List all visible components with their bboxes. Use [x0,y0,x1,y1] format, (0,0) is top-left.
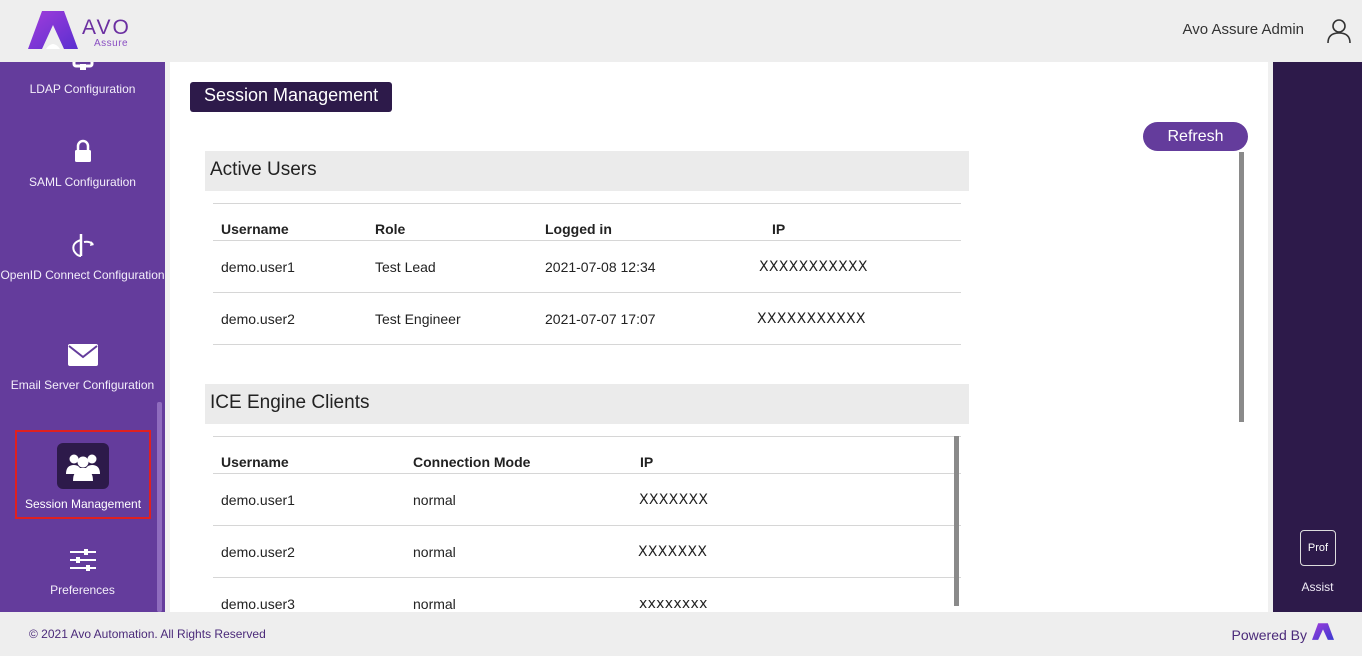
lock-icon [74,139,91,162]
sidebar-item-label: Preferences [50,583,115,597]
avo-powered-logo-icon [1312,623,1334,640]
logo-text: AVO [82,16,131,39]
powered-by-text: Powered By [1231,627,1307,643]
username-cell: demo.user2 [221,310,295,327]
sidebar-item-preferences[interactable]: Preferences [0,545,165,599]
users-icon [66,454,100,481]
sidebar-item-ldap[interactable]: LDAP Configuration [0,62,165,98]
sidebar-item-session-management[interactable]: Session Management [15,430,151,519]
table-row: demo.user1 normal XXXXXXX [213,474,961,526]
logo-subtext: Assure [94,38,129,49]
page-title: Session Management [190,82,393,112]
ip-cell: XXXXXXXXXXX [757,310,866,327]
app-footer: © 2021 Avo Automation. All Rights Reserv… [0,612,1362,656]
table-row: demo.user2 Test Engineer 2021-07-07 17:0… [213,293,961,345]
mail-icon [67,344,98,366]
sidebar-item-label: SAML Configuration [29,175,136,189]
column-header: IP [640,454,654,470]
assist-icon-text: Prof [1307,542,1329,554]
role-cell: Test Lead [375,258,436,275]
sidebar-item-label: Email Server Configuration [10,378,155,392]
main-scrollbar[interactable] [1239,152,1244,422]
active-users-table: Username Role Logged in IP demo.user1 Te… [213,203,961,345]
ice-clients-scrollbar[interactable] [954,436,959,606]
table-row: demo.user1 Test Lead 2021-07-08 12:34 XX… [213,241,961,293]
assist-label[interactable]: Assist [1273,580,1362,594]
main-content: Session Management Refresh Active Users … [170,62,1268,612]
sidebar-item-email-server[interactable]: Email Server Configuration [0,340,165,394]
refresh-button[interactable]: Refresh [1143,122,1248,151]
column-header: Connection Mode [413,454,531,470]
sidebar-item-openid[interactable]: OpenID Connect Configuration [0,230,165,284]
admin-sidebar: LDAP Configuration SAML Configuration Op… [0,62,165,612]
column-header: Username [221,454,289,470]
session-management-icon-box [57,443,109,489]
ip-cell: XXXXXXX [638,543,708,560]
column-header: Username [221,221,289,237]
column-header: Logged in [545,221,612,237]
ip-cell: XXXXXXX [639,491,709,508]
username-cell: demo.user2 [221,543,295,560]
table-header-row: Username Connection Mode IP [213,436,961,474]
username-cell: demo.user3 [221,595,295,612]
username-cell: demo.user1 [221,258,295,275]
sidebar-item-label: OpenID Connect Configuration [0,268,165,282]
role-cell: Test Engineer [375,310,461,327]
openid-icon [71,234,94,257]
column-header: IP [772,221,786,237]
sidebar-scrollbar[interactable] [157,402,162,612]
table-header-row: Username Role Logged in IP [213,203,961,241]
table-row: demo.user2 normal XXXXXXX [213,526,961,578]
avo-logo-mark-icon [28,11,78,49]
assist-icon[interactable]: Prof [1300,530,1336,566]
connection-mode-cell: normal [413,491,456,508]
username-cell: demo.user1 [221,491,295,508]
user-name[interactable]: Avo Assure Admin [1183,21,1304,38]
sidebar-item-label: Session Management [24,497,142,511]
table-row: demo.user3 normal xxxxxxxx [213,578,961,612]
logged-in-cell: 2021-07-08 12:34 [545,258,656,275]
sidebar-item-saml[interactable]: SAML Configuration [0,137,165,191]
user-profile-icon[interactable] [1326,18,1352,44]
logged-in-cell: 2021-07-07 17:07 [545,310,656,327]
sliders-icon [69,549,96,571]
ip-cell: xxxxxxxx [639,595,708,612]
column-header: Role [375,221,406,237]
connection-mode-cell: normal [413,543,456,560]
ip-cell: XXXXXXXXXXX [759,258,868,275]
copyright-text: © 2021 Avo Automation. All Rights Reserv… [29,627,266,641]
ice-clients-heading: ICE Engine Clients [205,384,969,424]
connection-mode-cell: normal [413,595,456,612]
ldap-icon [72,62,93,70]
app-header: AVO Assure Avo Assure Admin [0,0,1362,62]
ice-clients-table: Username Connection Mode IP demo.user1 n… [213,436,961,612]
active-users-heading: Active Users [205,151,969,191]
sidebar-item-label: LDAP Configuration [29,82,136,96]
assist-panel: Prof Assist [1273,62,1362,612]
